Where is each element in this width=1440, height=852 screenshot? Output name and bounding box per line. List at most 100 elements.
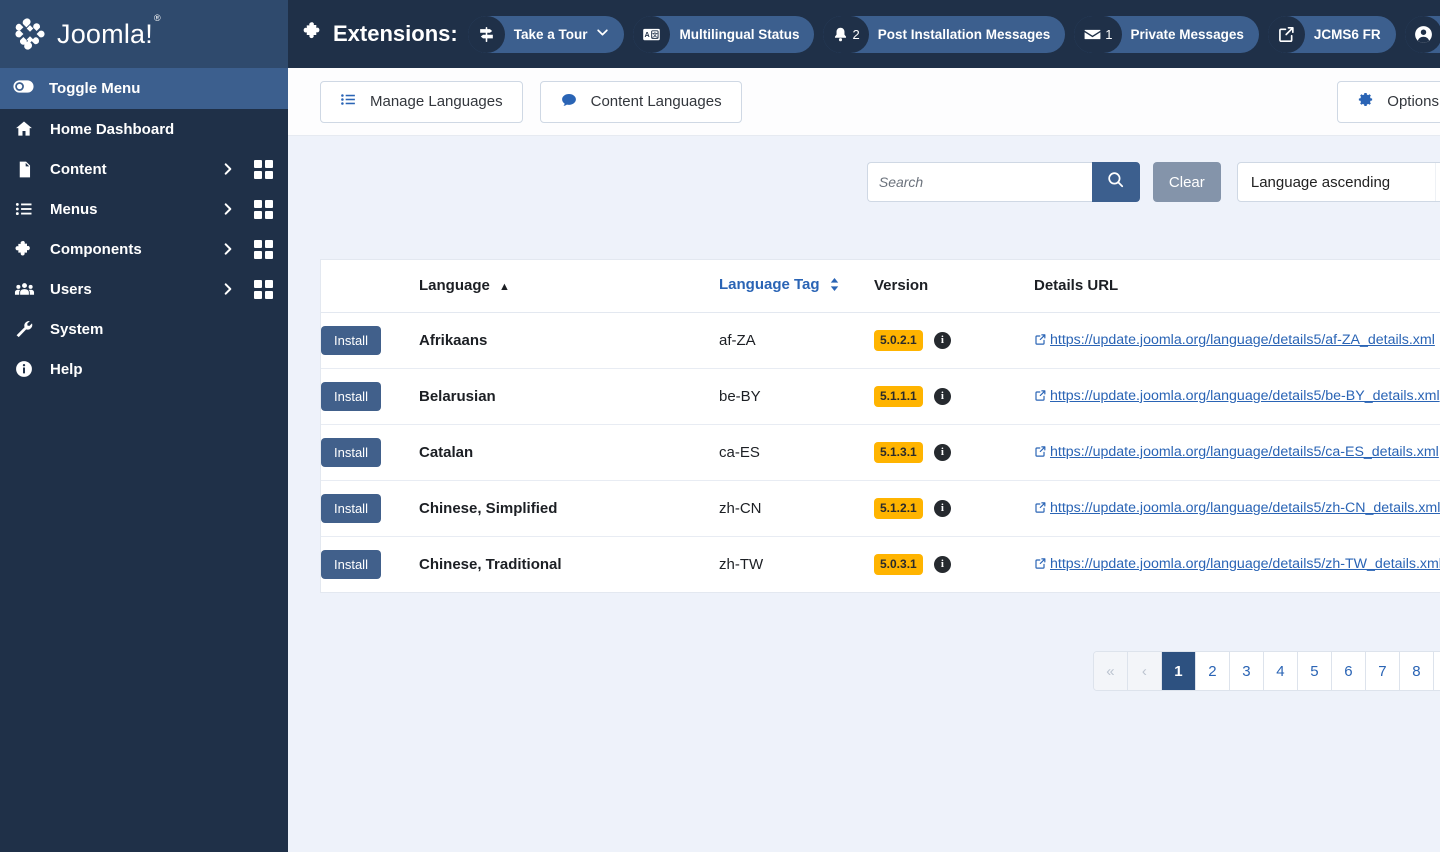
cell-install: Install: [321, 312, 419, 369]
grid-dashboard-icon[interactable]: [252, 279, 274, 299]
install-button[interactable]: Install: [321, 326, 381, 355]
cell-install: Install: [321, 537, 419, 593]
external-link-icon: [1034, 557, 1047, 574]
details-url-link[interactable]: https://update.joomla.org/language/detai…: [1050, 500, 1440, 516]
pagination-page-8[interactable]: 8: [1399, 652, 1434, 690]
version-badge: 5.1.2.1: [874, 498, 923, 519]
filter-bar: Clear Language ascending 5: [320, 136, 1440, 202]
info-icon: [13, 359, 35, 379]
sidebar-item-components[interactable]: Components: [0, 229, 288, 269]
brand-block[interactable]: Joomla!®: [0, 0, 288, 68]
signpost-icon: [467, 15, 505, 53]
sidebar-item-label: Home Dashboard: [50, 120, 175, 138]
info-icon[interactable]: i: [933, 499, 951, 517]
search-input[interactable]: [866, 162, 1092, 202]
pagination-page-6[interactable]: 6: [1331, 652, 1366, 690]
pagination-page-1[interactable]: 1: [1161, 652, 1196, 690]
chevron-down-icon: [1434, 163, 1440, 201]
home-icon: [13, 119, 35, 139]
pagination-page-4[interactable]: 4: [1263, 652, 1298, 690]
pagination: « ‹ 1 2 3 4 5 6 7 8 9 10 › »: [320, 651, 1440, 691]
multilingual-status-button[interactable]: A文 Multilingual Status: [633, 15, 815, 53]
private-messages-button[interactable]: 1 Private Messages: [1074, 15, 1259, 53]
install-button[interactable]: Install: [321, 438, 381, 467]
sidebar-item-help[interactable]: Help: [0, 349, 288, 389]
envelope-icon-with-count: 1: [1074, 15, 1122, 53]
info-icon[interactable]: i: [933, 555, 951, 573]
sidebar-item-menus[interactable]: Menus: [0, 189, 288, 229]
pagination-page-2[interactable]: 2: [1195, 652, 1230, 690]
search-button[interactable]: [1091, 162, 1140, 202]
col-language[interactable]: Language ▲: [419, 260, 719, 313]
details-url-link[interactable]: https://update.joomla.org/language/detai…: [1050, 556, 1440, 572]
details-url-link[interactable]: https://update.joomla.org/language/detai…: [1050, 444, 1439, 460]
brand-name: Joomla!®: [57, 12, 161, 49]
grid-dashboard-icon[interactable]: [252, 159, 274, 179]
grid-dashboard-icon[interactable]: [252, 239, 274, 259]
cell-language-tag: ca-ES: [719, 424, 874, 481]
users-icon: [13, 279, 35, 300]
take-a-tour-button[interactable]: Take a Tour: [467, 15, 625, 53]
toggle-menu-button[interactable]: Toggle Menu: [0, 68, 288, 109]
top-header: Extensions: Take a Tour A文 Multilingual …: [288, 0, 1440, 68]
pagination-page-9[interactable]: 9: [1433, 652, 1440, 690]
sidebar-item-label: System: [50, 320, 104, 338]
manage-languages-button[interactable]: Manage Languages: [320, 80, 523, 123]
col-language-tag[interactable]: Language Tag: [719, 260, 874, 313]
clear-button[interactable]: Clear: [1152, 162, 1221, 202]
info-icon[interactable]: i: [933, 387, 951, 405]
sort-asc-icon: ▲: [499, 281, 510, 293]
site-link-button[interactable]: JCMS6 FR: [1267, 15, 1396, 53]
sort-select-value: Language ascending: [1250, 173, 1391, 191]
pagination-page-5[interactable]: 5: [1297, 652, 1332, 690]
external-link-icon: [1267, 15, 1305, 53]
external-link-icon: [1034, 501, 1047, 518]
pagination-page-3[interactable]: 3: [1229, 652, 1264, 690]
info-icon[interactable]: i: [933, 331, 951, 349]
manage-languages-label: Manage Languages: [370, 93, 503, 110]
cell-version: 5.1.3.1 i: [874, 424, 1034, 481]
joomla-logo-icon: [12, 16, 48, 52]
sidebar-item-users[interactable]: Users: [0, 269, 288, 309]
multilingual-status-label: Multilingual Status: [679, 26, 800, 42]
post-installation-messages-button[interactable]: 2 Post Installation Messages: [823, 15, 1066, 53]
install-button[interactable]: Install: [321, 550, 381, 579]
user-circle-icon: [1404, 15, 1440, 53]
content-languages-button[interactable]: Content Languages: [539, 80, 742, 123]
sidebar-item-content[interactable]: Content: [0, 149, 288, 189]
bell-icon-with-count: 2: [823, 15, 869, 53]
chevron-right-icon: [219, 242, 237, 256]
sidebar-item-label: Components: [50, 240, 142, 258]
sidebar: Joomla!® Toggle Menu Home Dashboard Cont…: [0, 0, 288, 852]
user-menu-button[interactable]: User Menu: [1404, 15, 1440, 53]
pagination-page-7[interactable]: 7: [1365, 652, 1400, 690]
post-installation-count: 2: [852, 26, 860, 42]
cell-details-url: https://update.joomla.org/language/detai…: [1034, 368, 1440, 425]
details-url-link[interactable]: https://update.joomla.org/language/detai…: [1050, 388, 1440, 404]
table-row: Install Afrikaans af-ZA 5.0.2.1 i https:…: [321, 312, 1440, 369]
sort-select[interactable]: Language ascending: [1236, 162, 1440, 202]
cell-version: 5.0.3.1 i: [874, 537, 1034, 593]
install-button[interactable]: Install: [321, 494, 381, 523]
table-row: Install Chinese, Traditional zh-TW 5.0.3…: [321, 537, 1440, 593]
cell-language-tag: be-BY: [719, 368, 874, 425]
svg-text:A: A: [645, 31, 650, 39]
sidebar-item-system[interactable]: System: [0, 309, 288, 349]
cell-language-tag: zh-TW: [719, 556, 764, 573]
chevron-right-icon: [219, 282, 237, 296]
cell-language: Chinese, Simplified: [419, 480, 719, 537]
table-head: Language ▲ Language Tag Version Details …: [321, 260, 1440, 313]
document-icon: [13, 160, 35, 179]
info-icon[interactable]: i: [933, 443, 951, 461]
table-row: Install Catalan ca-ES 5.1.3.1 i https://…: [321, 424, 1440, 481]
puzzle-icon: [13, 239, 35, 259]
details-url-link[interactable]: https://update.joomla.org/language/detai…: [1050, 332, 1435, 348]
list-icon: [13, 199, 35, 219]
toggle-switch-icon: [13, 76, 34, 102]
cell-version: 5.1.1.1 i: [874, 368, 1034, 425]
cell-language: Chinese, Traditional: [419, 556, 562, 573]
sidebar-item-home-dashboard[interactable]: Home Dashboard: [0, 109, 288, 149]
options-button[interactable]: Options: [1337, 80, 1440, 123]
install-button[interactable]: Install: [321, 382, 381, 411]
grid-dashboard-icon[interactable]: [252, 199, 274, 219]
